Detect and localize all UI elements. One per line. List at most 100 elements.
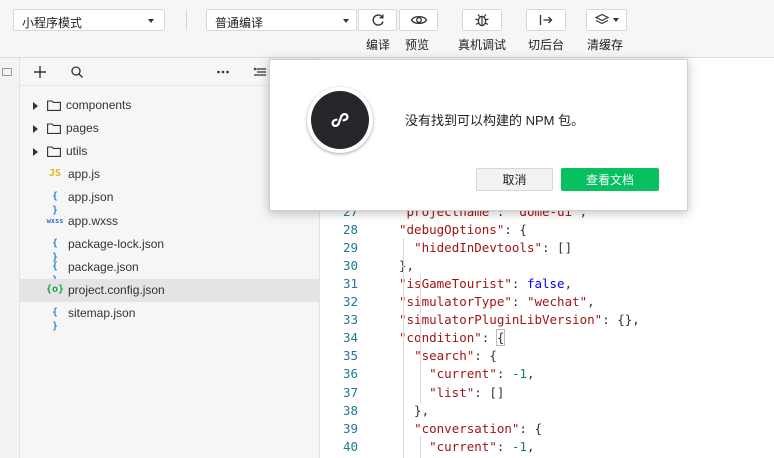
compile-mode-value: 普通编译 (215, 16, 264, 30)
toolbar-divider (186, 10, 187, 30)
tree-item-label: components (66, 98, 132, 112)
code-text: "conversation": { (414, 420, 543, 436)
code-line: 33 "simulatorPluginLibVersion": {}, (321, 311, 774, 329)
tree-file[interactable]: wxss app.wxss (20, 210, 320, 233)
search-icon[interactable] (69, 64, 85, 80)
view-docs-button[interactable]: 查看文档 (561, 168, 659, 191)
json-file-icon: { } (51, 260, 59, 286)
code-text: "debugOptions": { (399, 222, 527, 238)
code-line: 34 "condition": { (321, 329, 774, 347)
exit-arrow-icon (539, 15, 553, 25)
code-line: 29 "hidedInDevtools": [] (321, 239, 774, 257)
code-line: 39 "conversation": { (321, 420, 774, 438)
eye-icon (410, 15, 427, 25)
code-text: "list": [] (429, 384, 505, 400)
indent-guide (420, 436, 421, 458)
bug-icon (475, 14, 489, 27)
tree-file[interactable]: {o} project.config.json (20, 278, 320, 302)
line-number: 38 (342, 402, 358, 418)
wxss-file-icon: wxss (46, 216, 64, 225)
indent-guide (420, 274, 421, 404)
line-number: 34 (342, 330, 358, 346)
toolbar: 小程序模式 普通编译 编译 预览 真机调试 切后台 清缓存 (0, 0, 774, 58)
remote-debug-button[interactable] (462, 9, 502, 31)
link-logo-icon (331, 113, 349, 127)
compile-button[interactable] (358, 9, 397, 31)
chevron-right-icon (33, 125, 38, 134)
code-text: "condition": { (399, 329, 506, 347)
refresh-icon (372, 14, 384, 26)
line-number: 31 (342, 276, 358, 292)
preview-label: 预览 (405, 38, 430, 52)
code-line: 32 "simulatorType": "wechat", (321, 293, 774, 311)
line-number: 32 (342, 294, 358, 310)
npm-build-dialog: 没有找到可以构建的 NPM 包。 取消 查看文档 (269, 59, 688, 211)
indent-guide (403, 238, 404, 458)
tree-item-label: project.config.json (68, 282, 165, 297)
switch-background-button[interactable] (526, 9, 566, 31)
chevron-down-icon (343, 19, 349, 23)
code-line: 40 "current": -1, (321, 438, 774, 456)
json-file-icon: { } (51, 237, 59, 263)
json-file-icon: { } (51, 191, 59, 217)
panel-icon[interactable] (2, 68, 12, 76)
tree-item-label: app.wxss (68, 213, 119, 228)
clear-cache-label: 清缓存 (587, 38, 624, 52)
tree-item-label: app.js (68, 167, 101, 182)
chevron-right-icon (33, 148, 38, 157)
line-number: 40 (342, 438, 358, 454)
line-number: 35 (342, 348, 358, 364)
tree-item-label: package-lock.json (68, 236, 165, 251)
folder-icon (47, 123, 61, 135)
line-number: 29 (342, 240, 358, 256)
remote-debug-label: 真机调试 (458, 38, 507, 52)
line-number: 28 (342, 222, 358, 238)
tree-item-label: app.json (68, 190, 114, 205)
compile-label: 编译 (366, 38, 391, 52)
code-line: 38 }, (321, 402, 774, 420)
chevron-right-icon (33, 102, 38, 110)
code-text: "simulatorType": "wechat", (399, 294, 595, 310)
code-line: 37 "list": [] (321, 384, 774, 402)
config-file-icon: {o} (46, 283, 65, 295)
code-text: }, (399, 258, 415, 274)
line-number: 30 (342, 258, 358, 274)
code-line: 36 "current": -1, (321, 365, 774, 383)
tree-file[interactable]: { } package-lock.json (20, 233, 320, 263)
collapse-list-icon[interactable] (252, 64, 268, 80)
mode-select-value: 小程序模式 (22, 16, 83, 30)
dialog-message: 没有找到可以构建的 NPM 包。 (405, 113, 585, 128)
tree-item-label: sitemap.json (68, 305, 136, 320)
chevron-down-icon (148, 19, 154, 23)
js-file-icon: JS (48, 168, 62, 180)
tree-file[interactable]: { } sitemap.json (20, 302, 320, 332)
code-line: 35 "search": { (321, 347, 774, 365)
compile-mode-select[interactable]: 普通编译 (206, 9, 357, 31)
cancel-button[interactable]: 取消 (476, 168, 553, 191)
mode-select[interactable]: 小程序模式 (13, 9, 165, 31)
code-text: "hidedInDevtools": [] (414, 240, 573, 256)
mini-program-logo (307, 87, 373, 153)
add-icon[interactable] (32, 64, 48, 80)
folder-icon (47, 100, 61, 111)
folder-icon (47, 146, 61, 158)
code-text: "isGameTourist": false, (399, 276, 573, 292)
line-number: 37 (342, 384, 358, 400)
switch-background-label: 切后台 (528, 38, 565, 52)
line-number: 33 (342, 312, 358, 328)
code-line: 31 "isGameTourist": false, (321, 275, 774, 293)
json-file-icon: { } (51, 306, 59, 332)
tree-item-label: package.json (68, 259, 139, 274)
tree-item-label: utils (66, 144, 88, 159)
code-line: 30}, (321, 257, 774, 275)
chevron-down-icon (613, 18, 619, 22)
tree-file[interactable]: { } package.json (20, 256, 320, 286)
line-number: 36 (342, 366, 358, 382)
tree-item-label: pages (66, 121, 99, 136)
more-icon[interactable] (215, 64, 231, 80)
clear-cache-button[interactable] (586, 9, 627, 31)
preview-button[interactable] (399, 9, 438, 31)
code-text: "simulatorPluginLibVersion": {}, (399, 312, 640, 328)
layers-icon (594, 13, 610, 25)
line-number: 39 (342, 420, 358, 436)
